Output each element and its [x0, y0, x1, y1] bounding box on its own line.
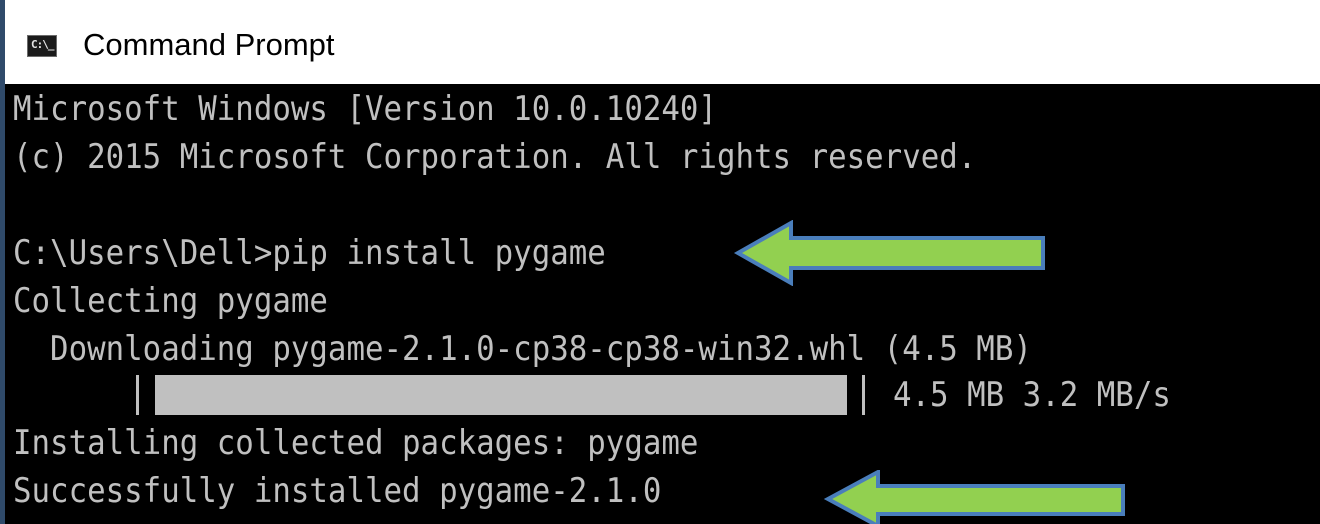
console-app-icon: C:\_	[27, 35, 57, 57]
download-progress-text: 4.5 MB 3.2 MB/s	[893, 375, 1171, 415]
console-line-downloading: Downloading pygame-2.1.0-cp38-cp38-win32…	[13, 329, 1032, 369]
left-arrow-icon	[733, 220, 1045, 286]
download-progress-bar	[155, 375, 847, 415]
console-line-installing: Installing collected packages: pygame	[13, 423, 699, 463]
console-output[interactable]: Microsoft Windows [Version 10.0.10240] (…	[5, 84, 1320, 524]
console-line-success: Successfully installed pygame-2.1.0	[13, 471, 662, 511]
left-arrow-icon	[823, 470, 1125, 524]
window-title: Command Prompt	[83, 27, 335, 62]
download-progress-line: 4.5 MB 3.2 MB/s	[5, 372, 1320, 418]
progress-right-pipe	[862, 375, 865, 415]
title-bar: C:\_ Command Prompt	[5, 0, 1320, 84]
console-line-copyright: (c) 2015 Microsoft Corporation. All righ…	[13, 137, 977, 177]
console-line-version: Microsoft Windows [Version 10.0.10240]	[13, 89, 717, 129]
console-line-collecting: Collecting pygame	[13, 281, 328, 321]
console-line-command: C:\Users\Dell>pip install pygame	[13, 233, 606, 273]
progress-left-pipe	[136, 375, 139, 415]
